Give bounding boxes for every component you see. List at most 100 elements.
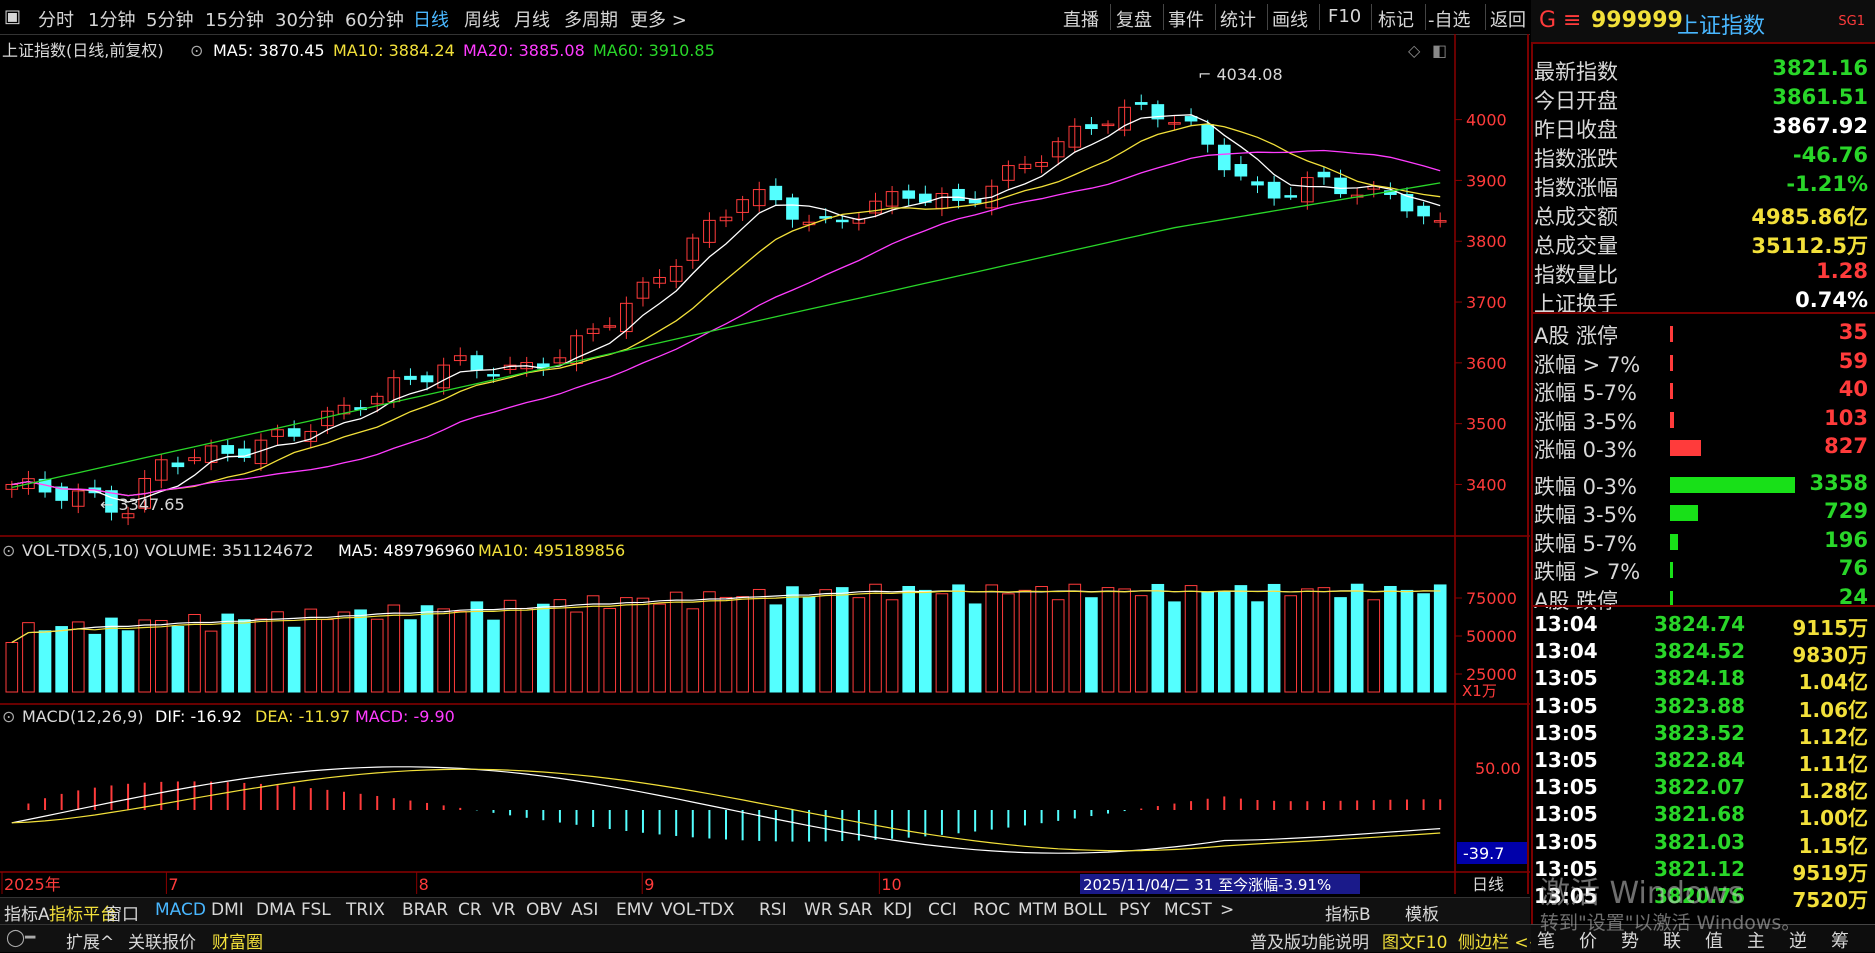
period-tab-15min[interactable]: 15分钟 [205,6,264,32]
indicator-tab[interactable]: OBV [526,900,562,920]
volume-bar [885,599,899,693]
vol-title: VOL-TDX(5,10) VOLUME: 351124672 [22,541,314,560]
indicator-tab[interactable]: WR [804,900,833,920]
volume-bar [653,603,666,693]
period-tab-1min[interactable]: 1分钟 [88,6,135,32]
volume-bar [802,596,816,693]
period-tab-30min[interactable]: 30分钟 [275,6,334,32]
action-draw[interactable]: 画线 [1272,6,1308,32]
indicator-tab[interactable]: BOLL [1063,900,1107,920]
action-f10[interactable]: F10 [1328,6,1361,27]
indicator-tab[interactable]: 窗口 [105,900,139,925]
action-events[interactable]: 事件 [1168,6,1204,32]
period-tab-multi[interactable]: 多周期 [564,6,618,32]
status-help[interactable]: 普及版功能说明 [1250,928,1369,953]
action-live[interactable]: 直播 [1063,6,1099,32]
status-expand[interactable]: 扩展^ [66,928,114,953]
indicator-tab[interactable]: ROC [973,900,1010,920]
ma20-line [11,149,1441,497]
tick-time: 13:05 [1534,829,1598,854]
volume-bar [985,584,999,693]
breadth-value: 40 [1838,377,1868,401]
period-tab-monthly[interactable]: 月线 [514,6,550,32]
status-related-quote[interactable]: 关联报价 [128,928,196,953]
indicator-tab[interactable]: MTM [1018,900,1058,920]
volume-bar [121,630,135,693]
volume-bar [1201,591,1214,693]
indicator-tab[interactable]: 模板 [1405,900,1439,925]
diamond-icon[interactable]: ◇ [1408,41,1421,60]
macd-options-icon[interactable]: ⊙ [2,707,15,726]
toggle-switch-icon[interactable]: ◯━ [6,928,35,948]
indicator-tab[interactable]: VR [492,900,515,920]
volume-bar [869,583,882,693]
period-tab-daily[interactable]: 日线 [413,6,449,32]
chart-options-icon[interactable]: ⊙ [190,41,203,60]
kline-chart[interactable]: 4000390038003700360035003400750005000025… [0,34,1530,894]
indicator-tab[interactable]: SAR [838,900,873,920]
period-tab-more[interactable]: 更多 > [630,6,687,32]
breadth-label: A股 涨停 [1534,324,1619,348]
action-watchlist[interactable]: -自选 [1428,6,1471,32]
stat-label: 指数涨跌 [1534,147,1618,171]
breadth-bar [1670,533,1678,550]
volume-bar [38,630,52,693]
indicator-tab[interactable]: ASI [571,900,598,920]
tick-price: 3823.88 [1654,693,1746,718]
volume-bar [603,607,617,693]
indicator-tab[interactable]: MCST [1164,900,1212,920]
volume-bar [1217,591,1231,693]
action-back[interactable]: 返回 [1490,6,1526,32]
volume-bar [188,613,201,693]
breadth-label: 跌幅 > 7% [1534,560,1641,584]
status-f10[interactable]: 图文F10 [1382,928,1447,953]
action-stats[interactable]: 统计 [1220,6,1256,32]
tick-volume: 1.06亿 [1798,697,1868,722]
breadth-bar [1670,383,1673,399]
volume-bar [1085,597,1098,693]
indicator-tab[interactable]: DMA [256,900,295,920]
indicator-tab[interactable]: RSI [759,900,787,920]
indicator-tab[interactable]: BRAR [402,900,448,920]
action-mark[interactable]: 标记 [1378,6,1414,32]
indicator-tab[interactable]: CCI [928,900,957,920]
panel-toggle-icon[interactable]: ◧ [1432,41,1447,60]
g-menu-icon[interactable]: G ≡ [1539,8,1581,33]
candle-down [470,355,484,371]
period-tab-fenshi[interactable]: 分时 [38,6,74,32]
indicator-tab[interactable]: CR [458,900,482,920]
stat-value: 35112.5万 [1751,234,1868,258]
indicator-tab[interactable]: TRIX [346,900,385,920]
breadth-value: 76 [1838,556,1868,580]
period-tab-weekly[interactable]: 周线 [464,6,500,32]
indicator-tab[interactable]: KDJ [883,900,912,920]
window-menu-icon[interactable]: ▣ [4,6,21,27]
period-tab-60min[interactable]: 60分钟 [345,6,404,32]
indicator-tab[interactable]: DMI [211,900,244,920]
action-review[interactable]: 复盘 [1116,6,1152,32]
stat-label: 今日开盘 [1534,89,1618,113]
indicator-tab[interactable]: MACD [155,900,206,920]
tick-time: 13:05 [1534,720,1598,745]
indicator-tab[interactable]: FSL [301,900,331,920]
candle-down [1085,124,1098,130]
volume-bar [752,588,766,693]
indicator-tab[interactable]: EMV [616,900,653,920]
candle-down [287,428,301,437]
volume-bar [387,604,401,693]
vol-options-icon[interactable]: ⊙ [2,541,15,560]
status-wealth-circle[interactable]: 财富圈 [212,928,263,953]
indicator-tab[interactable]: 指标B [1325,900,1371,925]
panel-tab[interactable]: 筹 [1831,927,1849,953]
volume-bar [171,625,185,693]
indicator-tab[interactable]: 指标A [4,900,50,925]
indicator-tab[interactable]: > [1220,900,1234,920]
x-tick-label: 10 [881,875,901,894]
volume-bar [1168,601,1181,693]
indicator-tab[interactable]: VOL-TDX [661,900,735,920]
x-tick-label: 9 [644,875,654,894]
volume-bar [1400,589,1414,693]
period-tab-5min[interactable]: 5分钟 [146,6,193,32]
indicator-tab[interactable]: PSY [1119,900,1150,920]
info-banner: 2025/11/04/二 31 至今涨幅-3.91% [1083,876,1331,894]
